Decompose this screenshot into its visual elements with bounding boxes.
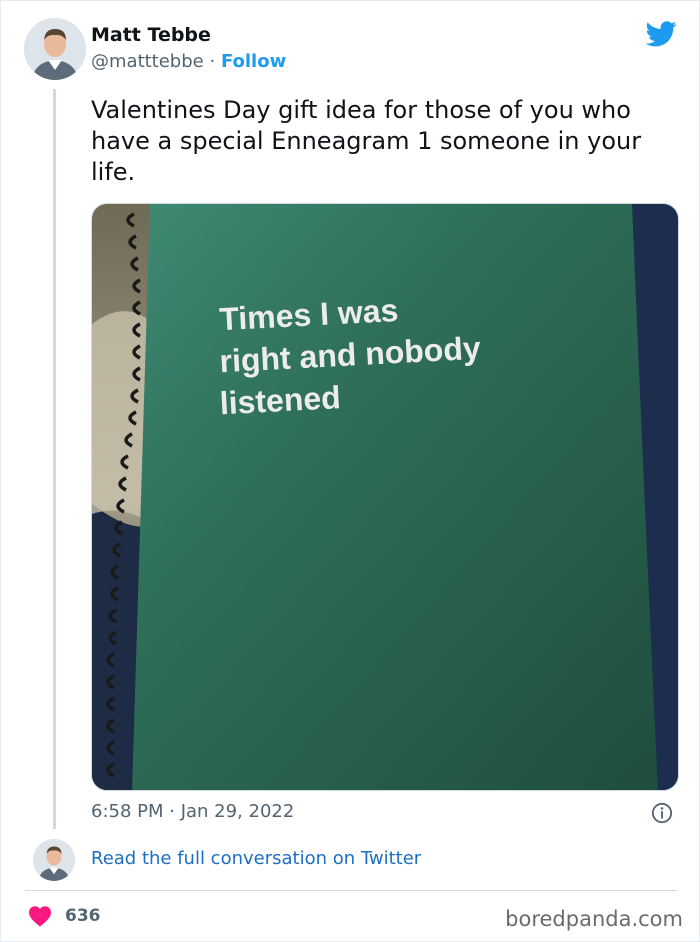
author-handle[interactable]: @matttebbe xyxy=(91,51,204,72)
tweet-text: Valentines Day gift idea for those of yo… xyxy=(91,96,642,186)
twitter-bird-icon[interactable] xyxy=(646,21,677,47)
tweet-timestamp[interactable]: 6:58 PM · Jan 29, 2022 xyxy=(91,801,294,822)
tweet-card: Matt Tebbe @matttebbe · Follow Valentine… xyxy=(0,0,700,942)
author-name[interactable]: Matt Tebbe xyxy=(91,24,211,46)
handle-row: @matttebbe · Follow xyxy=(91,51,286,72)
heart-icon[interactable] xyxy=(28,905,52,927)
follow-button[interactable]: Follow xyxy=(221,51,286,72)
conversation-avatar xyxy=(33,839,75,881)
watermark: boredpanda.com xyxy=(505,907,683,931)
separator-dot: · xyxy=(209,51,216,72)
like-count: 636 xyxy=(65,906,101,926)
notebook-line-3: listened xyxy=(219,379,342,421)
thread-line xyxy=(53,89,56,829)
author-avatar[interactable] xyxy=(24,18,86,80)
info-icon[interactable] xyxy=(651,802,673,824)
tweet-photo[interactable]: Times I was right and nobody listened xyxy=(91,203,679,791)
divider xyxy=(25,890,677,891)
read-conversation-link[interactable]: Read the full conversation on Twitter xyxy=(91,848,421,869)
